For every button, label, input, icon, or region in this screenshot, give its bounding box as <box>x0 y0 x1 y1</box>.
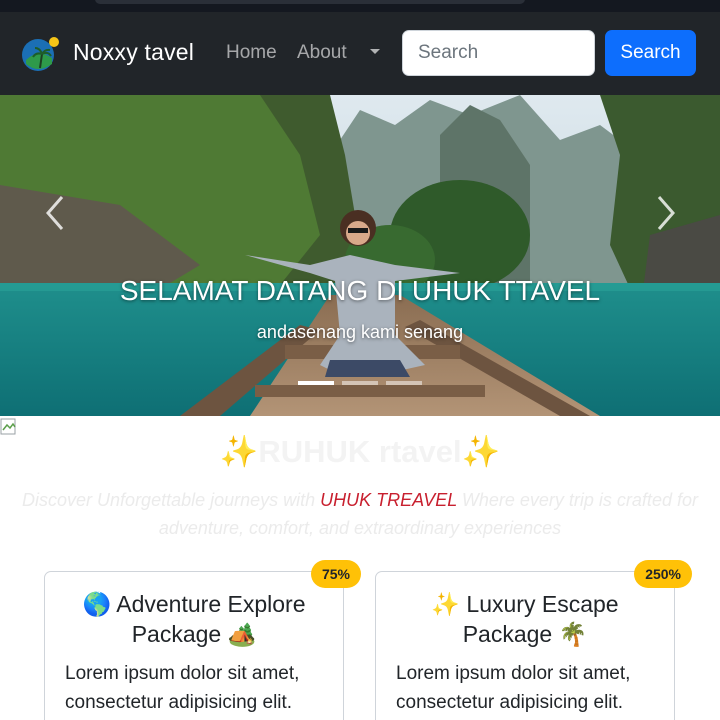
discount-badge: 250% <box>634 560 692 588</box>
search-button[interactable]: Search <box>605 30 696 76</box>
sparkles-icon: ✨ <box>461 434 501 469</box>
travel-globe-palm-logo[interactable] <box>18 30 64 76</box>
caret-down-icon[interactable] <box>370 49 380 54</box>
carousel-indicator[interactable] <box>386 381 422 385</box>
discount-badge: 75% <box>310 560 361 588</box>
card-text: Lorem ipsum dolor sit amet, consectetur … <box>65 663 300 713</box>
nav-link-about[interactable]: About <box>297 42 347 64</box>
card-title-line: Package 🏕️ <box>131 621 257 647</box>
nav-link-home[interactable]: Home <box>226 42 277 64</box>
section-title: ✨RUHUK rtavel✨ <box>0 433 720 470</box>
sparkles-icon: ✨ <box>219 434 259 469</box>
chevron-right-icon[interactable] <box>651 195 681 231</box>
section-description: Discover Unforgettable journeys with UHU… <box>10 486 710 542</box>
package-card-adventure[interactable]: 75% 🌎 Adventure Explore Package 🏕️ Lorem… <box>44 560 361 720</box>
package-card-luxury[interactable]: 250% ✨ Luxury Escape Package 🌴 Lorem ips… <box>375 560 692 720</box>
carousel-indicator[interactable] <box>298 381 334 385</box>
card-title-line: ✨ Luxury Escape <box>431 591 619 617</box>
brand-name[interactable]: Noxxy tavel <box>73 39 194 66</box>
hero-title: SELAMAT DATANG DI UHUK TTAVEL <box>119 275 601 306</box>
section-title-text: RUHUK rtavel <box>258 434 462 469</box>
hero-carousel: SELAMAT DATANG DI UHUK TTAVEL andasenang… <box>0 95 720 416</box>
hero-subtitle: andasenang kami senang <box>256 322 464 342</box>
chevron-left-icon[interactable] <box>40 195 70 231</box>
card-title-line: 🌎 Adventure Explore <box>82 591 306 617</box>
hero-image <box>0 95 720 416</box>
card-text: Lorem ipsum dolor sit amet, consectetur … <box>396 663 631 713</box>
browser-top-strip <box>0 0 720 12</box>
description-intro: Discover Unforgettable journeys with <box>22 490 321 510</box>
carousel-indicator[interactable] <box>342 381 378 385</box>
card-title: ✨ Luxury Escape Package 🌴 <box>376 589 674 649</box>
navbar: Noxxy tavel Home About Search <box>0 12 720 95</box>
card-title: 🌎 Adventure Explore Package 🏕️ <box>45 589 343 649</box>
carousel-indicators <box>298 381 422 385</box>
description-brand: UHUK TREAVEL <box>320 490 457 510</box>
card-title-line: Package 🌴 <box>462 621 588 647</box>
search-input[interactable] <box>402 30 595 76</box>
